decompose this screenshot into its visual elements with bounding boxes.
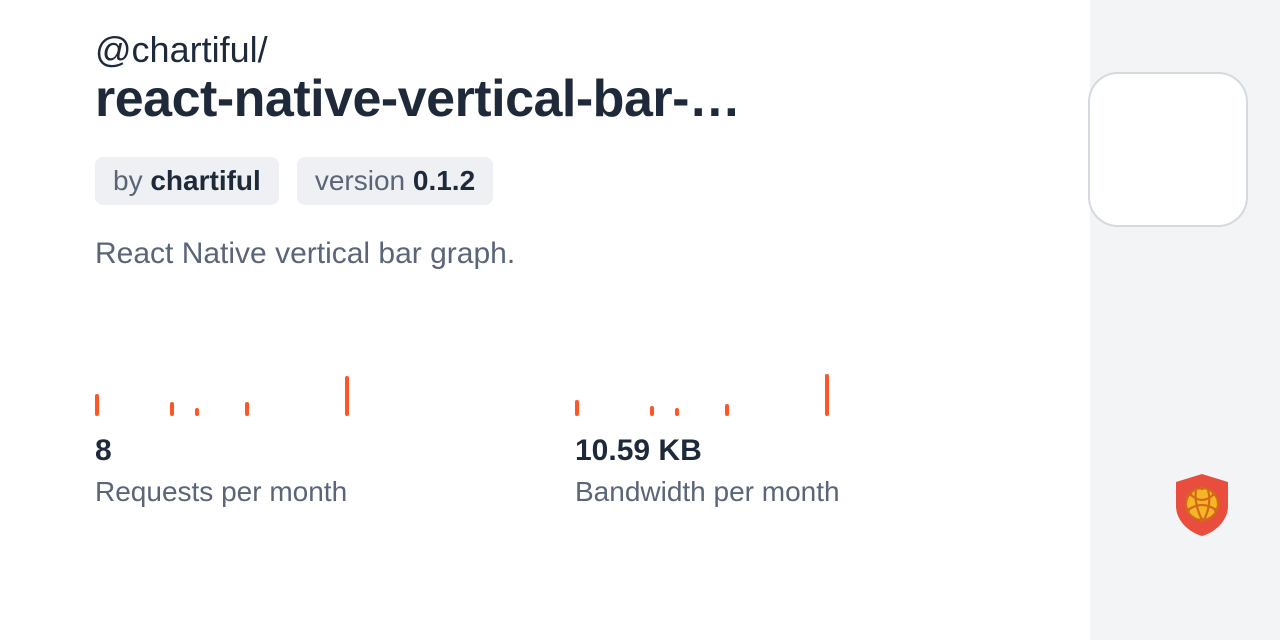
bandwidth-value: 10.59 KB: [575, 434, 975, 468]
sparkline-bar: [825, 374, 829, 416]
sparkline-bar: [725, 404, 729, 416]
bandwidth-sparkline: [575, 361, 975, 416]
author-name: chartiful: [150, 165, 260, 196]
sparkline-bar: [95, 394, 99, 416]
requests-label: Requests per month: [95, 476, 495, 508]
sparkline-bar: [195, 408, 199, 416]
author-prefix: by: [113, 165, 150, 196]
stats-row: 8 Requests per month 10.59 KB Bandwidth …: [95, 361, 995, 508]
sparkline-bar: [245, 402, 249, 416]
version-value: 0.1.2: [413, 165, 475, 196]
sparkline-bar: [575, 400, 579, 416]
requests-value: 8: [95, 434, 495, 468]
package-description: React Native vertical bar graph.: [95, 237, 995, 271]
sparkline-bar: [650, 406, 654, 416]
bandwidth-stat: 10.59 KB Bandwidth per month: [575, 361, 975, 508]
package-name: react-native-vertical-bar-…: [95, 70, 895, 130]
badges-row: by chartiful version 0.1.2: [95, 157, 995, 205]
package-card: @chartiful/ react-native-vertical-bar-… …: [0, 0, 1090, 640]
sparkline-bar: [675, 408, 679, 416]
package-logo-placeholder: [1088, 72, 1248, 227]
bandwidth-label: Bandwidth per month: [575, 476, 975, 508]
requests-sparkline: [95, 361, 495, 416]
version-badge[interactable]: version 0.1.2: [297, 157, 493, 205]
version-prefix: version: [315, 165, 413, 196]
package-scope: @chartiful/: [95, 30, 995, 70]
sparkline-bar: [170, 402, 174, 416]
sparkline-bar: [345, 376, 349, 416]
jsdelivr-shield-icon: [1172, 472, 1232, 538]
author-badge[interactable]: by chartiful: [95, 157, 279, 205]
requests-stat: 8 Requests per month: [95, 361, 495, 508]
